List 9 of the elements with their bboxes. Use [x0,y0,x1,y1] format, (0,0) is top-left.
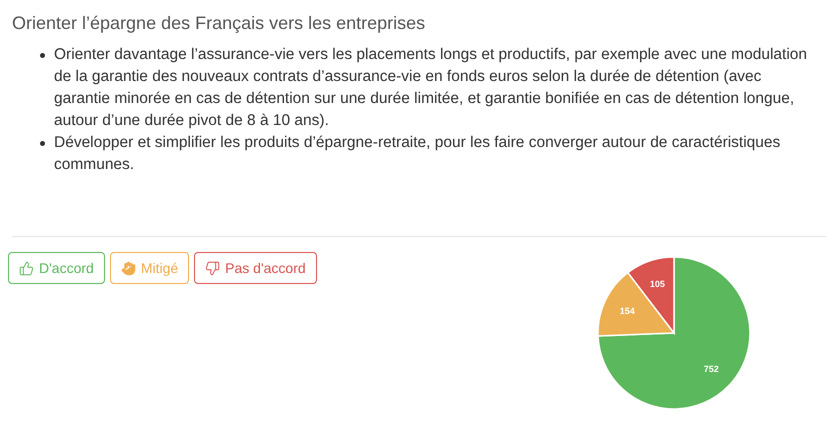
list-item: Développer et simplifier les produits d’épargne-retraite, pour les faire converger autour de caractéristiques communes. [54,134,780,173]
vote-button[interactable]: Mitigé [110,252,190,284]
slice-label: 105 [650,279,665,290]
list-item: Orienter davantage l’assurance-vie vers les placements longs et productifs, par exemple avec une modulation de la garantie des nouveaux contrats d’assurance-vie en fonds euros selon la durée de détention (avec garantie minorée en cas de détention sur une durée limitée, et garantie bonifiée en cas de détention longue, autour d’une durée pivot de 8 à 10 ans). [54,46,808,129]
section-title: Orienter l’épargne des Français vers les entreprises [12,12,426,34]
slice-label: 154 [620,306,635,316]
slice-label: 752 [704,364,719,374]
vote-button[interactable]: Pas d'accord [194,252,317,284]
vote-button[interactable]: D'accord [8,252,105,284]
